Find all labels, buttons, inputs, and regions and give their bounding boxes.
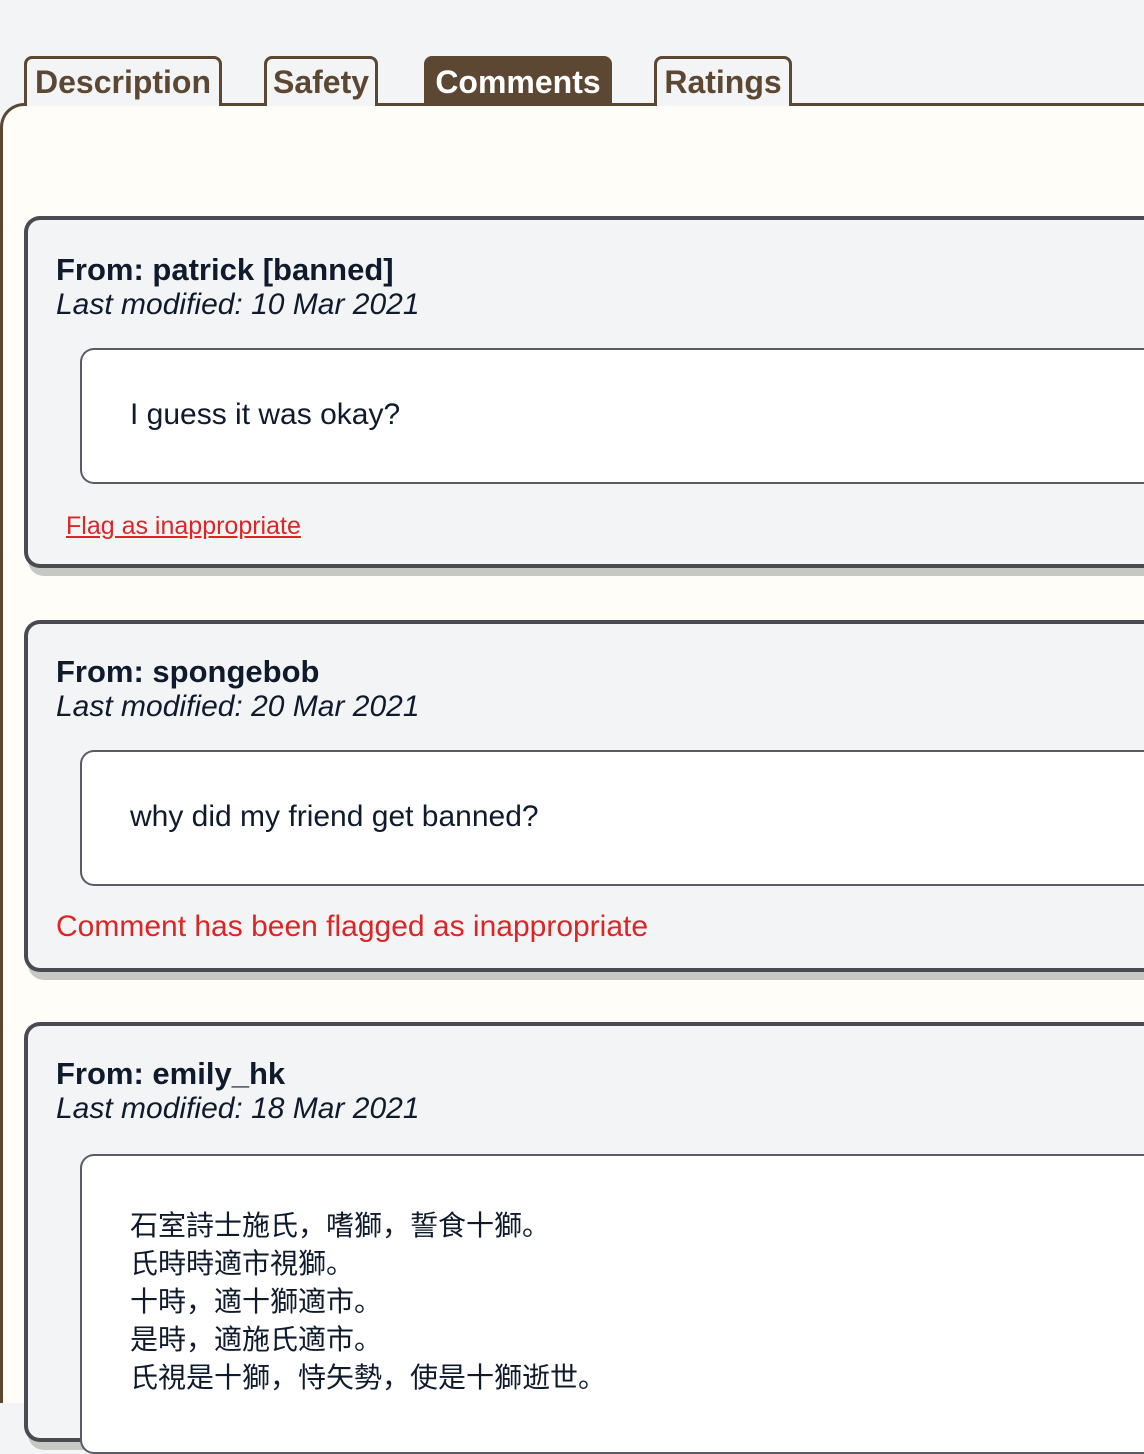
comment-text: I guess it was okay? [130,398,401,431]
comment-text-line: 石室詩士施氏，嗜獅，誓食十獅。 [130,1210,551,1241]
comment-author: From: spongebob [56,654,320,689]
comment-modified-date: Last modified: 18 Mar 2021 [56,1092,420,1125]
tab-description[interactable]: Description [24,56,222,106]
comment-card: From: spongebob Last modified: 20 Mar 20… [24,620,1144,972]
comment-card: From: emily_hk Last modified: 18 Mar 202… [24,1022,1144,1454]
flag-inappropriate-link[interactable]: Flag as inappropriate [66,512,301,541]
comment-text-line: 氏視是十獅，恃矢勢，使是十獅逝世。 [130,1362,607,1393]
flagged-status-message: Comment has been flagged as inappropriat… [56,910,649,943]
comment-modified-date: Last modified: 20 Mar 2021 [56,690,420,723]
tab-ratings[interactable]: Ratings [654,56,792,106]
comment-text-line: 氏時時適市視獅。 [130,1248,355,1279]
comment-author: From: patrick [banned] [56,252,394,287]
comment-modified-date: Last modified: 10 Mar 2021 [56,288,420,321]
comment-author: From: emily_hk [56,1056,286,1091]
comment-text-line: 十時，適十獅適市。 [130,1286,383,1317]
tab-safety[interactable]: Safety [264,56,378,106]
comment-card: From: patrick [banned] Last modified: 10… [24,216,1144,568]
comment-body: 石室詩士施氏，嗜獅，誓食十獅。 氏時時適市視獅。 十時，適十獅適市。 是時，適施… [80,1154,1144,1454]
comment-body: why did my friend get banned? [80,750,1144,886]
comment-text-line: 是時，適施氏適市。 [130,1324,383,1355]
tab-comments[interactable]: Comments [424,56,612,106]
comment-text: why did my friend get banned? [130,800,539,833]
comment-body: I guess it was okay? [80,348,1144,484]
